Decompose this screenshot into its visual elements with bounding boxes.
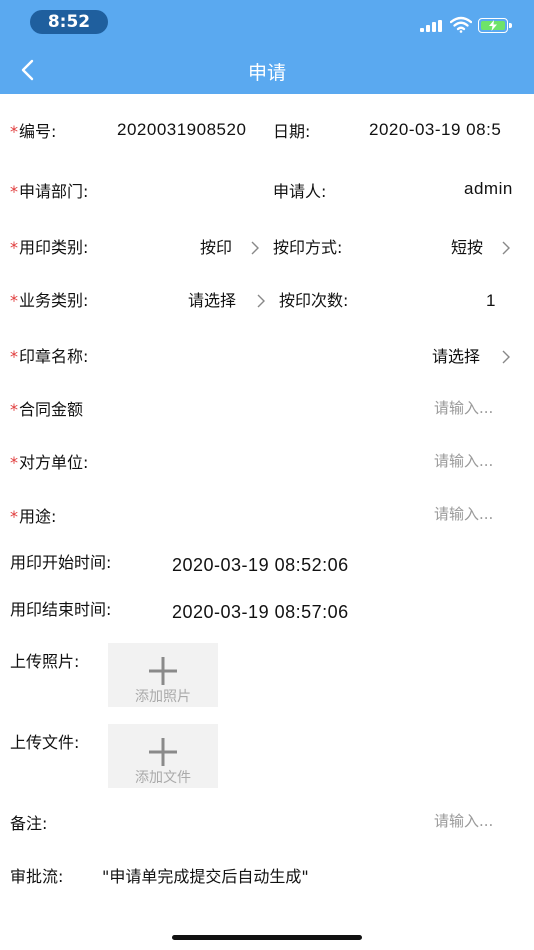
- chevron-right-icon: [502, 350, 510, 364]
- number-label: *编号:: [10, 122, 57, 141]
- applicant-value: admin: [464, 179, 513, 198]
- chevron-right-icon: [251, 241, 259, 255]
- approval-label: 审批流:: [10, 867, 64, 886]
- date-label: 日期:: [273, 122, 311, 141]
- press-mode-label: 按印方式:: [273, 238, 343, 257]
- counterparty-input[interactable]: 请输入...: [434, 451, 493, 471]
- seal-name-label: *印章名称:: [10, 347, 89, 366]
- start-time-value[interactable]: 2020-03-19 08:52:06: [172, 555, 349, 575]
- required-mark: *: [10, 182, 18, 201]
- page-title: 申请: [247, 62, 286, 84]
- home-indicator: [172, 935, 362, 940]
- wifi-icon: [450, 16, 472, 33]
- required-mark: *: [10, 507, 18, 526]
- start-time-label: 用印开始时间:: [10, 553, 112, 572]
- add-file-button[interactable]: 添加文件: [108, 724, 218, 788]
- approval-value: "申请单完成提交后自动生成": [102, 867, 309, 886]
- contract-amount-label: *合同金额: [10, 400, 84, 419]
- contract-amount-input[interactable]: 请输入...: [434, 398, 493, 418]
- number-value: 2020031908520: [117, 120, 247, 139]
- plus-icon: [149, 738, 177, 766]
- date-value: 2020-03-19 08:5: [369, 120, 502, 139]
- status-bar: 8:52: [0, 0, 534, 44]
- signal-icon: [420, 20, 444, 32]
- required-mark: *: [10, 453, 18, 472]
- required-mark: *: [10, 122, 18, 141]
- remark-label: 备注:: [10, 814, 48, 833]
- counterparty-label: *对方单位:: [10, 453, 89, 472]
- end-time-label: 用印结束时间:: [10, 600, 112, 619]
- add-photo-button[interactable]: 添加照片: [108, 643, 218, 707]
- upload-file-label: 上传文件:: [10, 733, 80, 752]
- required-mark: *: [10, 400, 18, 419]
- press-mode-select[interactable]: 短按: [451, 238, 483, 258]
- required-mark: *: [10, 347, 18, 366]
- add-file-label: 添加文件: [135, 770, 191, 786]
- status-time: 8:52: [30, 10, 108, 34]
- biz-type-select[interactable]: 请选择: [188, 291, 236, 311]
- app-header: 8:52 申请: [0, 0, 534, 94]
- end-time-value[interactable]: 2020-03-19 08:57:06: [172, 602, 349, 622]
- dept-label: *申请部门:: [10, 182, 89, 201]
- required-mark: *: [10, 238, 18, 257]
- biz-type-label: *业务类别:: [10, 291, 89, 310]
- applicant-label: 申请人:: [273, 182, 327, 201]
- press-count-label: 按印次数:: [279, 291, 349, 310]
- chevron-right-icon: [257, 294, 265, 308]
- seal-type-select[interactable]: 按印: [200, 238, 232, 258]
- remark-input[interactable]: 请输入...: [434, 811, 493, 831]
- purpose-label: *用途:: [10, 507, 57, 526]
- battery-icon: [478, 18, 512, 33]
- seal-name-select[interactable]: 请选择: [432, 347, 480, 367]
- upload-photo-label: 上传照片:: [10, 652, 80, 671]
- plus-icon: [149, 657, 177, 685]
- add-photo-label: 添加照片: [135, 689, 191, 705]
- seal-type-label: *用印类别:: [10, 238, 89, 257]
- press-count-input[interactable]: 1: [486, 291, 496, 311]
- required-mark: *: [10, 291, 18, 310]
- chevron-right-icon: [502, 241, 510, 255]
- purpose-input[interactable]: 请输入...: [434, 504, 493, 524]
